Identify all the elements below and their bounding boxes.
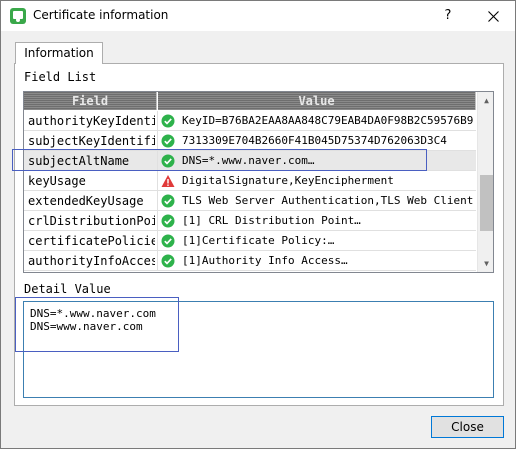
value-cell: TLS Web Server Authentication,TLS Web Cl…	[182, 194, 474, 207]
table-row[interactable]: crlDistributionPoi… [1] CRL Distribution …	[24, 211, 476, 231]
field-list-scrollbar[interactable]: ▲ ▼	[477, 92, 493, 272]
check-circle-icon	[161, 214, 175, 228]
field-cell: certificatePolicies	[28, 234, 155, 248]
column-divider	[157, 251, 158, 271]
value-cell: [1]Certificate Policy:…	[182, 234, 335, 247]
field-cell: subjectKeyIdentifier	[28, 134, 155, 148]
field-cell: authorityInfoAccess	[28, 254, 155, 268]
help-button[interactable]: ?	[426, 1, 470, 31]
check-circle-icon	[161, 134, 175, 148]
detail-highlight-box	[15, 297, 179, 352]
value-cell: 7313309E704B2660F41B045D75374D762063D3C4	[182, 134, 447, 147]
field-cell: crlDistributionPoi…	[28, 214, 155, 228]
field-cell: authorityKeyIdenti…	[28, 114, 155, 128]
selection-highlight-box	[12, 149, 427, 171]
column-header-field[interactable]: Field	[24, 92, 157, 110]
tab-information[interactable]: Information	[15, 42, 103, 64]
table-body: authorityKeyIdenti… KeyID=B76BA2EAA8AA848…	[24, 111, 476, 271]
check-circle-icon	[161, 254, 175, 268]
column-divider	[157, 191, 158, 211]
warning-icon	[161, 175, 175, 187]
certificate-dialog: Certificate information ? Information Fi…	[0, 0, 516, 449]
table-row[interactable]: authorityInfoAccess [1]Authority Info Acc…	[24, 251, 476, 271]
field-list-label: Field List	[24, 70, 97, 84]
scroll-up-arrow-icon[interactable]: ▲	[478, 92, 493, 109]
detail-value-label: Detail Value	[24, 282, 111, 296]
column-divider	[157, 111, 158, 131]
title-bar: Certificate information ?	[1, 1, 515, 31]
column-divider	[157, 211, 158, 231]
table-row[interactable]: subjectKeyIdentifier 7313309E704B2660F41B…	[24, 131, 476, 151]
window-title: Certificate information	[33, 8, 169, 22]
scroll-down-arrow-icon[interactable]: ▼	[478, 255, 493, 272]
column-divider	[157, 231, 158, 251]
value-cell: [1] CRL Distribution Point…	[182, 214, 361, 227]
table-row[interactable]: certificatePolicies [1]Certificate Policy…	[24, 231, 476, 251]
table-header: Field Value	[24, 92, 476, 110]
column-header-value[interactable]: Value	[158, 92, 476, 110]
scrollbar-thumb[interactable]	[480, 175, 493, 231]
field-cell: extendedKeyUsage	[28, 194, 144, 208]
table-row[interactable]: extendedKeyUsage TLS Web Server Authentic…	[24, 191, 476, 211]
certificate-app-icon	[10, 8, 26, 24]
field-cell: keyUsage	[28, 174, 86, 188]
check-circle-icon	[161, 234, 175, 248]
close-icon	[487, 11, 499, 22]
value-cell: KeyID=B76BA2EAA8AA848C79EAB4DA0F98B2C595…	[182, 114, 474, 127]
column-divider	[157, 171, 158, 191]
table-row[interactable]: authorityKeyIdenti… KeyID=B76BA2EAA8AA848…	[24, 111, 476, 131]
window-close-button[interactable]	[471, 1, 515, 31]
column-divider	[157, 131, 158, 151]
check-circle-icon	[161, 114, 175, 128]
check-circle-icon	[161, 194, 175, 208]
table-row[interactable]: keyUsage DigitalSignature,KeyEncipherment	[24, 171, 476, 191]
value-cell: DigitalSignature,KeyEncipherment	[182, 174, 394, 187]
value-cell: [1]Authority Info Access…	[182, 254, 348, 267]
field-list-table[interactable]: Field Value authorityKeyIdenti… KeyID=B76…	[23, 91, 494, 273]
close-button[interactable]: Close	[431, 416, 504, 438]
